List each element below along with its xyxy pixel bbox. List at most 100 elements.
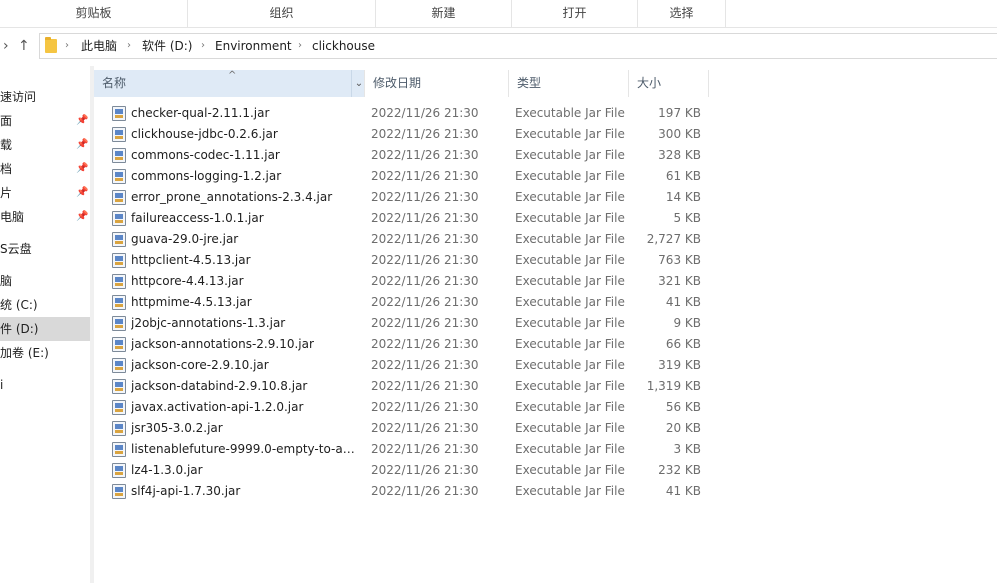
ribbon-group-new[interactable]: 新建 — [376, 0, 512, 27]
sidebar-item-drive-d[interactable]: 件 (D:) — [0, 317, 90, 341]
column-header-type[interactable]: 类型 — [509, 70, 629, 97]
sidebar-item-drive-e[interactable]: 加卷 (E:) — [0, 341, 90, 365]
sidebar-item-documents[interactable]: 档 📌 — [0, 157, 90, 181]
chevron-down-icon[interactable]: ⌄ — [351, 70, 366, 97]
address-bar[interactable]: › 此电脑 › 软件 (D:) › Environment › clickhou… — [39, 33, 997, 59]
sidebar-item-downloads[interactable]: 载 📌 — [0, 133, 90, 157]
file-date: 2022/11/26 21:30 — [371, 169, 479, 183]
column-header-size[interactable]: 大小 — [629, 70, 709, 97]
pin-icon: 📌 — [76, 115, 89, 126]
ribbon-group-open[interactable]: 打开 — [512, 0, 638, 27]
column-header-date[interactable]: 修改日期 — [365, 70, 509, 97]
file-row[interactable]: failureaccess-1.0.1.jar 2022/11/26 21:30 E… — [94, 208, 997, 229]
sidebar-item-network[interactable]: i — [0, 373, 90, 397]
file-date: 2022/11/26 21:30 — [371, 337, 479, 351]
breadcrumb-clickhouse[interactable]: clickhouse — [312, 34, 375, 58]
file-name: listenablefuture-9999.0-empty-to-avo... — [131, 442, 361, 456]
file-date: 2022/11/26 21:30 — [371, 211, 479, 225]
file-row[interactable]: guava-29.0-jre.jar 2022/11/26 21:30 Execut… — [94, 229, 997, 250]
chevron-right-icon[interactable]: › — [127, 34, 131, 58]
sidebar-item-this-pc-pinned[interactable]: 电脑 📌 — [0, 205, 90, 229]
jar-file-icon — [112, 400, 126, 415]
column-header-name[interactable]: 名称 ^ ⌄ — [94, 70, 365, 97]
pin-icon: 📌 — [76, 163, 89, 174]
jar-file-icon — [112, 127, 126, 142]
file-name: checker-qual-2.11.1.jar — [131, 106, 270, 120]
file-date: 2022/11/26 21:30 — [371, 106, 479, 120]
file-date: 2022/11/26 21:30 — [371, 295, 479, 309]
file-size: 56 KB — [665, 400, 701, 414]
file-row[interactable]: commons-codec-1.11.jar 2022/11/26 21:30 Ex… — [94, 145, 997, 166]
file-date: 2022/11/26 21:30 — [371, 253, 479, 267]
jar-file-icon — [112, 463, 126, 478]
file-date: 2022/11/26 21:30 — [371, 190, 479, 204]
file-row[interactable]: jackson-databind-2.9.10.8.jar 2022/11/26 … — [94, 376, 997, 397]
file-date: 2022/11/26 21:30 — [371, 358, 479, 372]
file-type: Executable Jar File — [515, 190, 625, 204]
chevron-right-icon[interactable]: › — [298, 34, 302, 58]
file-row[interactable]: jackson-annotations-2.9.10.jar 2022/11/26… — [94, 334, 997, 355]
file-row[interactable]: jsr305-3.0.2.jar 2022/11/26 21:30 Executab… — [94, 418, 997, 439]
file-size: 321 KB — [658, 274, 701, 288]
sidebar-item-drive-c[interactable]: 统 (C:) — [0, 293, 90, 317]
file-size: 2,727 KB — [646, 232, 701, 246]
jar-file-icon — [112, 484, 126, 499]
jar-file-icon — [112, 148, 126, 163]
breadcrumb-environment[interactable]: Environment — [215, 34, 292, 58]
chevron-right-icon[interactable]: › — [65, 34, 69, 58]
file-name: jsr305-3.0.2.jar — [131, 421, 223, 435]
file-type: Executable Jar File — [515, 358, 625, 372]
jar-file-icon — [112, 442, 126, 457]
file-row[interactable]: listenablefuture-9999.0-empty-to-avo... 2… — [94, 439, 997, 460]
jar-file-icon — [112, 379, 126, 394]
sidebar-item-pictures[interactable]: 片 📌 — [0, 181, 90, 205]
file-name: failureaccess-1.0.1.jar — [131, 211, 264, 225]
file-row[interactable]: lz4-1.3.0.jar 2022/11/26 21:30 Executable … — [94, 460, 997, 481]
file-row[interactable]: jackson-core-2.9.10.jar 2022/11/26 21:30 E… — [94, 355, 997, 376]
chevron-right-icon[interactable]: › — [201, 34, 205, 58]
file-name: httpclient-4.5.13.jar — [131, 253, 251, 267]
ribbon-group-clipboard[interactable]: 剪贴板 — [0, 0, 188, 27]
sidebar-item-quick-access[interactable]: 速访问 — [0, 85, 90, 109]
file-size: 20 KB — [665, 421, 701, 435]
jar-file-icon — [112, 337, 126, 352]
breadcrumb-this-pc[interactable]: 此电脑 — [81, 34, 117, 58]
file-type: Executable Jar File — [515, 274, 625, 288]
file-type: Executable Jar File — [515, 463, 625, 477]
file-type: Executable Jar File — [515, 442, 625, 456]
file-row[interactable]: httpmime-4.5.13.jar 2022/11/26 21:30 Execu… — [94, 292, 997, 313]
jar-file-icon — [112, 358, 126, 373]
file-row[interactable]: error_prone_annotations-2.3.4.jar 2022/11… — [94, 187, 997, 208]
file-size: 328 KB — [658, 148, 701, 162]
file-type: Executable Jar File — [515, 484, 625, 498]
file-row[interactable]: j2objc-annotations-1.3.jar 2022/11/26 21:… — [94, 313, 997, 334]
file-row[interactable]: javax.activation-api-1.2.0.jar 2022/11/26… — [94, 397, 997, 418]
file-row[interactable]: httpcore-4.4.13.jar 2022/11/26 21:30 Execu… — [94, 271, 997, 292]
file-name: clickhouse-jdbc-0.2.6.jar — [131, 127, 278, 141]
file-size: 300 KB — [658, 127, 701, 141]
arrow-up-icon[interactable]: ↑ — [18, 37, 30, 55]
file-name: javax.activation-api-1.2.0.jar — [131, 400, 304, 414]
file-size: 232 KB — [658, 463, 701, 477]
ribbon-group-select[interactable]: 选择 — [638, 0, 726, 27]
file-row[interactable]: commons-logging-1.2.jar 2022/11/26 21:30 E… — [94, 166, 997, 187]
file-row[interactable]: clickhouse-jdbc-0.2.6.jar 2022/11/26 21:3… — [94, 124, 997, 145]
chevron-right-icon[interactable]: › — [3, 37, 9, 55]
file-size: 41 KB — [665, 484, 701, 498]
sidebar-item-desktop[interactable]: 面 📌 — [0, 109, 90, 133]
breadcrumb-drive-d[interactable]: 软件 (D:) — [142, 34, 192, 58]
file-date: 2022/11/26 21:30 — [371, 484, 479, 498]
file-date: 2022/11/26 21:30 — [371, 463, 479, 477]
file-size: 3 KB — [673, 442, 701, 456]
sidebar-item-cloud-drive[interactable]: S云盘 — [0, 237, 90, 261]
file-row[interactable]: httpclient-4.5.13.jar 2022/11/26 21:30 Exe… — [94, 250, 997, 271]
jar-file-icon — [112, 316, 126, 331]
ribbon-group-organize[interactable]: 组织 — [188, 0, 376, 27]
sidebar-item-this-pc[interactable]: 脑 — [0, 269, 90, 293]
file-name: lz4-1.3.0.jar — [131, 463, 203, 477]
file-type: Executable Jar File — [515, 148, 625, 162]
file-type: Executable Jar File — [515, 379, 625, 393]
file-name: httpcore-4.4.13.jar — [131, 274, 244, 288]
file-row[interactable]: slf4j-api-1.7.30.jar 2022/11/26 21:30 Exec… — [94, 481, 997, 502]
file-row[interactable]: checker-qual-2.11.1.jar 2022/11/26 21:30 E… — [94, 103, 997, 124]
